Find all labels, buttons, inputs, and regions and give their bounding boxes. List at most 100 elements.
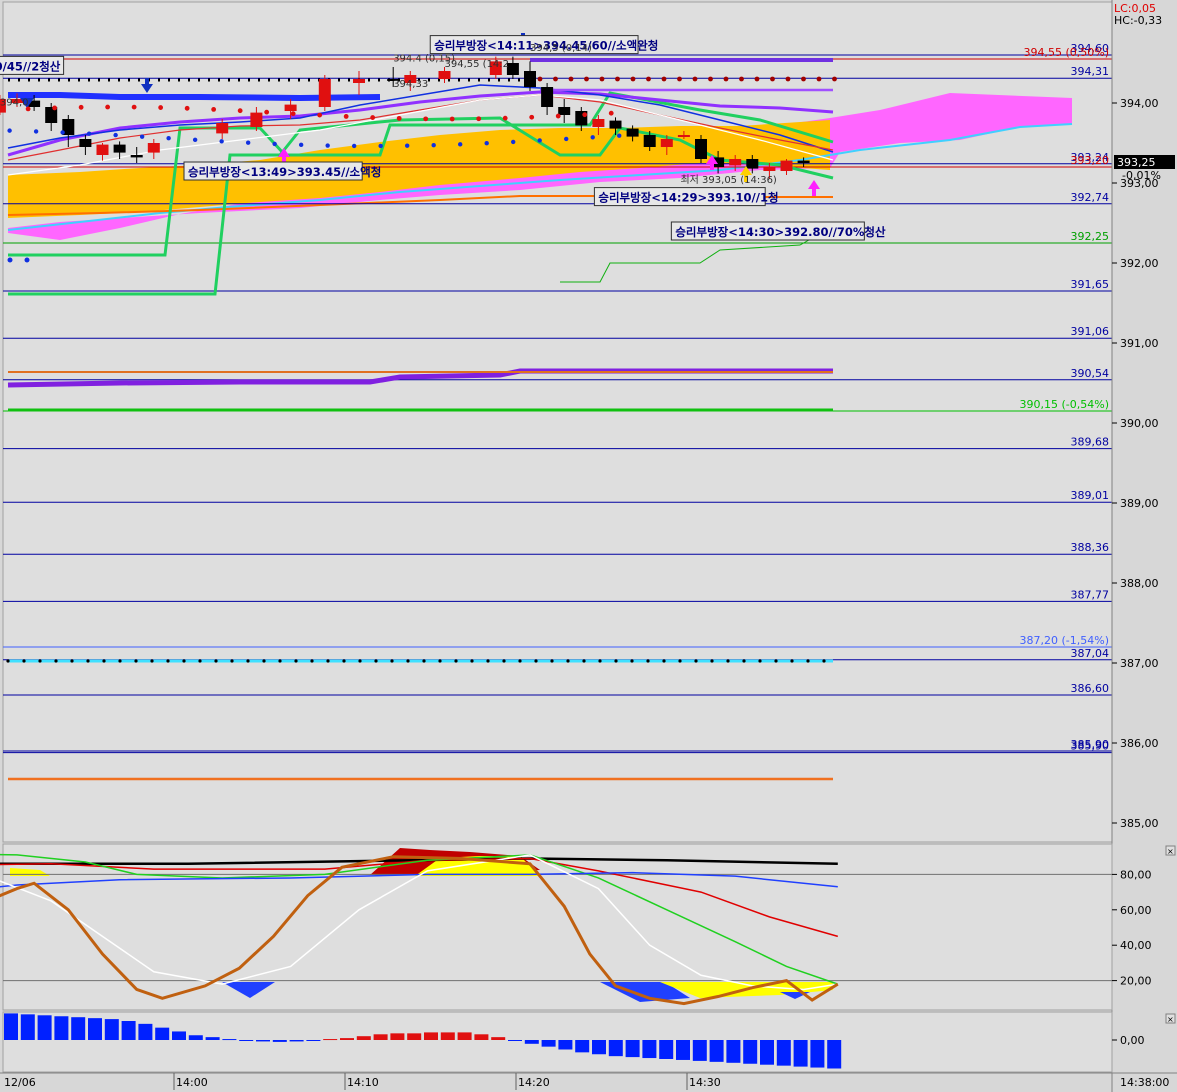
level-dot bbox=[310, 659, 314, 663]
oscillator-tick-label: 40,00 bbox=[1120, 939, 1152, 952]
histogram-bar bbox=[88, 1018, 102, 1040]
level-label: 385,90 bbox=[1071, 740, 1110, 753]
signal-dot-blue bbox=[537, 138, 542, 143]
trading-chart[interactable]: 394,60394,55 (0,50%)394,31393,24393,2039… bbox=[0, 0, 1177, 1092]
signal-dot-blue bbox=[86, 131, 92, 136]
histogram-bar bbox=[440, 1032, 455, 1040]
level-dot bbox=[358, 659, 362, 663]
oscillator-tick-label: 60,00 bbox=[1120, 904, 1152, 917]
candle-body bbox=[746, 159, 759, 169]
candle-body bbox=[353, 79, 365, 83]
histogram-bar bbox=[104, 1019, 119, 1040]
signal-dot-blue bbox=[404, 143, 410, 148]
signal-dot-red bbox=[105, 104, 111, 110]
signal-dot-blue bbox=[564, 136, 569, 142]
histogram-bar bbox=[491, 1037, 506, 1040]
signal-dot-blue bbox=[166, 136, 171, 141]
signal-dot-darkred bbox=[677, 76, 682, 82]
signal-dot-darkred bbox=[537, 76, 543, 82]
histogram-bar bbox=[558, 1040, 573, 1050]
level-dot bbox=[598, 659, 602, 663]
candle-body bbox=[79, 139, 92, 147]
signal-dot-red bbox=[529, 114, 535, 120]
level-dot bbox=[806, 659, 810, 663]
signal-dot-blue bbox=[7, 128, 12, 133]
histogram-bar bbox=[155, 1027, 170, 1040]
level-dot bbox=[54, 659, 58, 663]
candle-body bbox=[660, 139, 673, 147]
signal-dot-red bbox=[211, 107, 217, 112]
histogram-bar bbox=[188, 1035, 203, 1040]
histogram-bar bbox=[71, 1017, 86, 1040]
price-tick-label: 386,00 bbox=[1120, 737, 1159, 750]
histogram-bar bbox=[356, 1036, 371, 1040]
level-label: 387,20 (-1,54%) bbox=[1020, 634, 1109, 647]
level-label: 391,06 bbox=[1071, 325, 1110, 338]
signal-dot-blue bbox=[113, 132, 118, 138]
level-dot bbox=[550, 659, 554, 663]
price-tick-label: 388,00 bbox=[1120, 577, 1159, 590]
candle-body bbox=[250, 112, 263, 127]
level-dot bbox=[422, 659, 426, 663]
histogram-bar bbox=[138, 1023, 153, 1040]
level-dot bbox=[118, 659, 122, 663]
annotation-text: 승리부방장<13:49>393.45//소액청 bbox=[188, 165, 381, 179]
signal-dot-darkred bbox=[801, 76, 806, 82]
level-label: 391,65 bbox=[1071, 278, 1110, 291]
level-dot bbox=[374, 659, 378, 663]
level-dot bbox=[182, 659, 186, 663]
signal-dot-red bbox=[317, 112, 323, 118]
histogram-bar bbox=[524, 1040, 539, 1044]
candle-body bbox=[729, 159, 742, 166]
signal-dot-blue bbox=[617, 133, 622, 138]
signal-dot-red bbox=[264, 109, 270, 115]
price-note: 394,0 bbox=[0, 97, 29, 108]
signal-dot-blue bbox=[484, 141, 489, 146]
signal-dot-darkred bbox=[754, 76, 760, 82]
level-dot bbox=[710, 659, 714, 663]
signal-dot-blue bbox=[272, 141, 277, 147]
histogram-bar bbox=[642, 1040, 657, 1059]
histogram-bar bbox=[424, 1032, 438, 1040]
level-dot bbox=[566, 659, 570, 663]
price-tick-label: 385,00 bbox=[1120, 817, 1159, 830]
level-dot bbox=[774, 659, 778, 663]
signal-dot-red bbox=[555, 113, 561, 119]
histogram-bar bbox=[760, 1040, 774, 1065]
level-label: 389,01 bbox=[1071, 489, 1110, 502]
annotation-text: 승리부방장<14:30>392.80//70%청산 bbox=[675, 225, 886, 239]
signal-dot-darkred bbox=[630, 76, 636, 82]
candle-body bbox=[541, 87, 554, 107]
level-dot bbox=[230, 659, 234, 663]
level-dot bbox=[102, 659, 106, 663]
signal-dot-red bbox=[608, 110, 614, 116]
histogram-bar bbox=[407, 1033, 422, 1040]
level-dot bbox=[662, 659, 666, 663]
level-dot bbox=[726, 659, 730, 663]
histogram-bar bbox=[4, 1013, 18, 1040]
candle-body bbox=[318, 79, 331, 107]
level-dot bbox=[534, 659, 538, 663]
signal-dot-darkred bbox=[723, 76, 729, 82]
signal-dot-red bbox=[370, 115, 376, 120]
time-tick-label: 14:30 bbox=[689, 1076, 721, 1089]
signal-dot-darkred bbox=[568, 76, 574, 82]
level-dot bbox=[614, 659, 618, 663]
price-tick-label: 387,00 bbox=[1120, 657, 1159, 670]
level-dot bbox=[678, 659, 682, 663]
candle-body bbox=[643, 135, 656, 147]
level-dot bbox=[262, 659, 266, 663]
signal-dot-blue bbox=[325, 143, 330, 148]
level-dot bbox=[70, 659, 74, 663]
candle-body bbox=[592, 119, 605, 127]
level-dot bbox=[214, 659, 218, 663]
level-dot bbox=[438, 659, 442, 663]
close-icon: × bbox=[1167, 1015, 1174, 1024]
histogram-bar bbox=[608, 1040, 623, 1057]
level-dot bbox=[582, 659, 586, 663]
current-price-value: 393,25 bbox=[1117, 156, 1156, 169]
histogram-bar bbox=[709, 1040, 724, 1062]
signal-dot-blue bbox=[298, 142, 304, 148]
candle-body bbox=[216, 123, 229, 134]
price-note: 최저 393,05 (14:36) bbox=[680, 174, 776, 186]
